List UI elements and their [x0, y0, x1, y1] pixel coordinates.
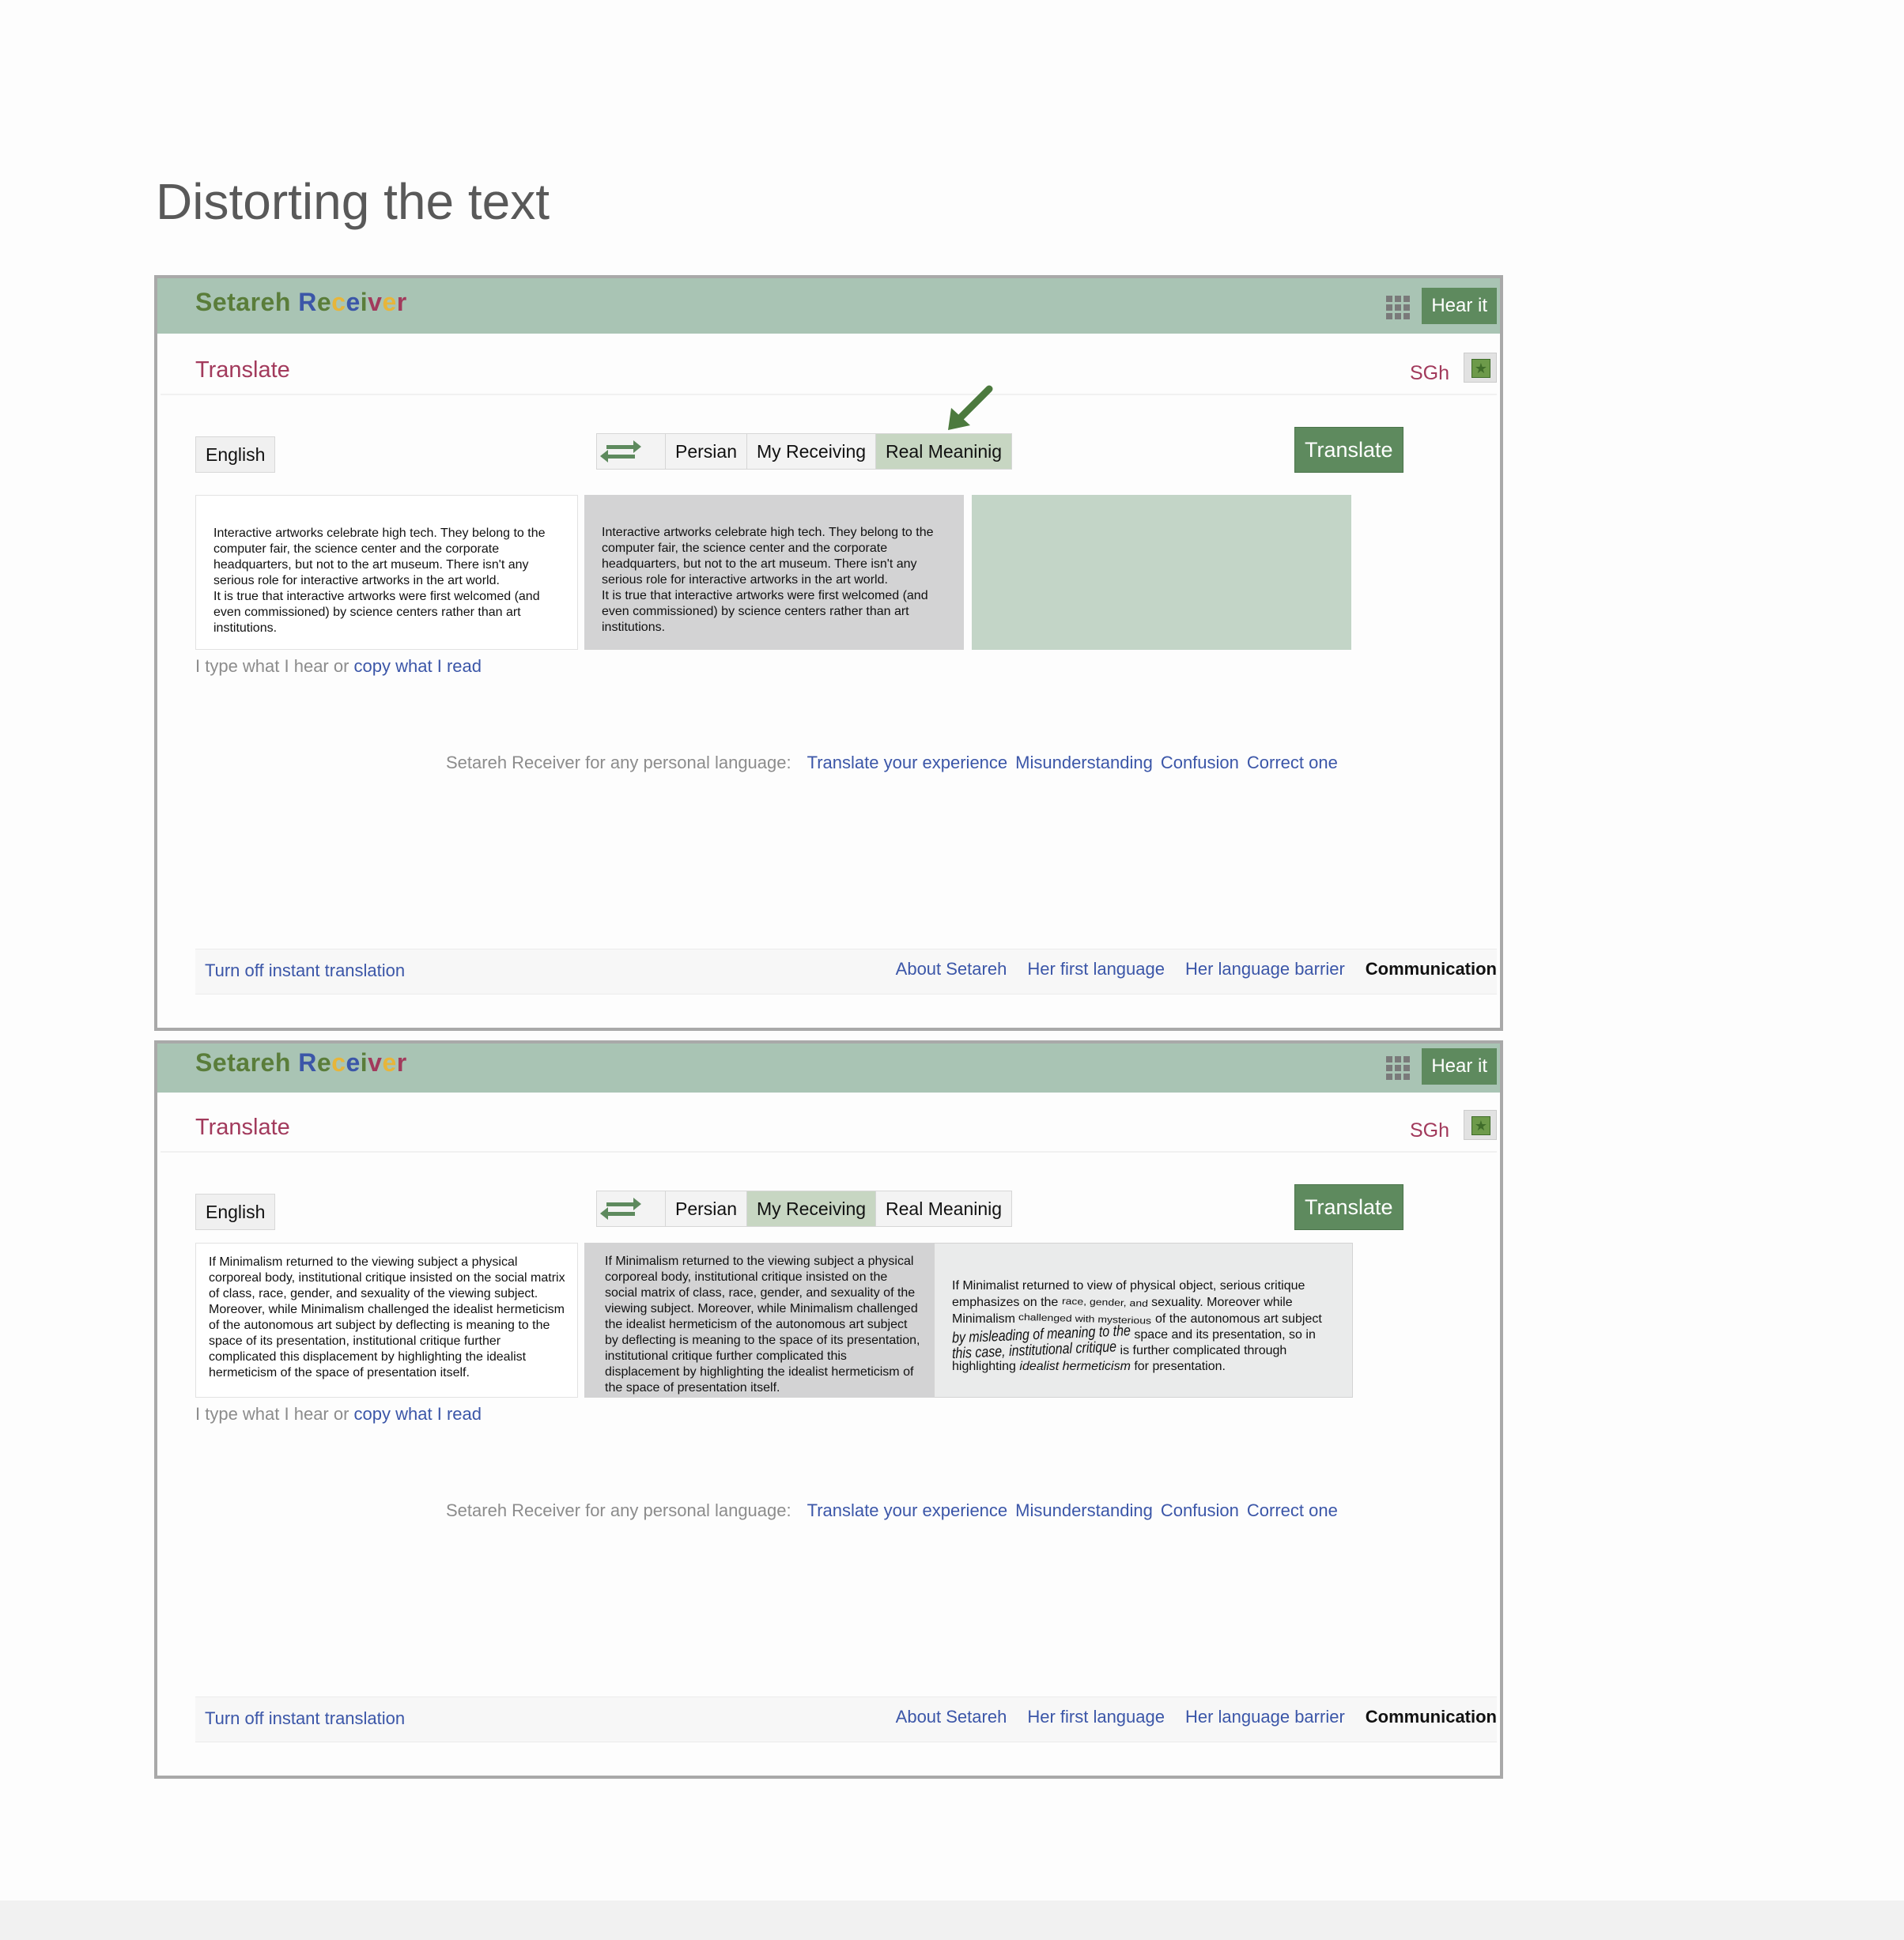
- translate-button[interactable]: Translate: [1294, 427, 1403, 473]
- target-language-tabs: Persian My Receiving Real Meaninig: [596, 1191, 1013, 1227]
- translate-button[interactable]: Translate: [1294, 1184, 1403, 1230]
- star-icon: ★: [1471, 359, 1490, 378]
- target-language-tabs: Persian My Receiving Real Meaninig: [596, 433, 1013, 470]
- bottom-band: [0, 1900, 1904, 1940]
- star-icon: ★: [1471, 1116, 1490, 1135]
- translator-window-2: Setareh Receiver Hear it Translate SGh ★…: [154, 1040, 1503, 1779]
- section-title: Translate: [195, 357, 290, 383]
- tab-real-meaning[interactable]: Real Meaninig: [875, 434, 1012, 469]
- tab-my-receiving[interactable]: My Receiving: [746, 434, 875, 469]
- footer-bar: Turn off instant translation About Setar…: [195, 949, 1497, 995]
- hear-it-button[interactable]: Hear it: [1422, 288, 1497, 324]
- copy-what-i-read-link[interactable]: copy what I read: [354, 656, 482, 676]
- top-bar: Setareh Receiver Hear it: [157, 1044, 1500, 1093]
- her-language-barrier-link[interactable]: Her language barrier: [1185, 959, 1345, 979]
- favorite-button[interactable]: ★: [1464, 353, 1497, 383]
- brand-logo[interactable]: Setareh Receiver: [195, 288, 407, 317]
- about-setareh-link[interactable]: About Setareh: [896, 1707, 1007, 1727]
- personal-language-line: Setareh Receiver for any personal langua…: [446, 753, 1338, 772]
- favorite-button[interactable]: ★: [1464, 1110, 1497, 1140]
- user-label[interactable]: SGh: [1410, 362, 1449, 385]
- tab-real-meaning[interactable]: Real Meaninig: [875, 1191, 1011, 1226]
- swap-arrows-icon[interactable]: [597, 1191, 665, 1226]
- misunderstanding-link[interactable]: Misunderstanding: [1015, 1500, 1153, 1520]
- correct-one-link[interactable]: Correct one: [1247, 1500, 1338, 1520]
- source-language-button[interactable]: English: [195, 1194, 276, 1230]
- translator-window-1: Setareh Receiver Hear it Translate SGh ★…: [154, 275, 1503, 1031]
- top-bar: Setareh Receiver Hear it: [157, 278, 1500, 334]
- correct-one-link[interactable]: Correct one: [1247, 753, 1338, 772]
- copy-what-i-read-link[interactable]: copy what I read: [354, 1404, 482, 1424]
- communication-link[interactable]: Communication: [1366, 959, 1497, 979]
- apps-grid-icon[interactable]: [1386, 296, 1410, 319]
- translate-your-experience-link[interactable]: Translate your experience: [807, 1500, 1008, 1520]
- translate-your-experience-link[interactable]: Translate your experience: [807, 753, 1008, 772]
- divider: [161, 394, 1497, 395]
- confusion-link[interactable]: Confusion: [1161, 1500, 1239, 1520]
- misunderstanding-link[interactable]: Misunderstanding: [1015, 753, 1153, 772]
- tab-persian[interactable]: Persian: [665, 434, 746, 469]
- tab-my-receiving[interactable]: My Receiving: [746, 1191, 876, 1226]
- pointer-arrow-icon: [948, 385, 993, 430]
- tab-persian[interactable]: Persian: [665, 1191, 746, 1226]
- brand-logo[interactable]: Setareh Receiver: [195, 1048, 407, 1078]
- persian-text-area: Interactive artworks celebrate high tech…: [584, 495, 964, 650]
- persian-text-area: If Minimalism returned to the viewing su…: [584, 1243, 934, 1398]
- page-title: Distorting the text: [156, 173, 550, 230]
- input-hint: I type what I hear or copy what I read: [195, 1404, 482, 1424]
- confusion-link[interactable]: Confusion: [1161, 753, 1239, 772]
- footer-bar: Turn off instant translation About Setar…: [195, 1697, 1497, 1742]
- source-text-area[interactable]: If Minimalism returned to the viewing su…: [195, 1243, 578, 1398]
- input-hint: I type what I hear or copy what I read: [195, 656, 482, 676]
- hear-it-button[interactable]: Hear it: [1422, 1048, 1497, 1085]
- apps-grid-icon[interactable]: [1386, 1056, 1410, 1080]
- her-first-language-link[interactable]: Her first language: [1027, 959, 1165, 979]
- about-setareh-link[interactable]: About Setareh: [896, 959, 1007, 979]
- source-text-area[interactable]: Interactive artworks celebrate high tech…: [195, 495, 578, 650]
- communication-link[interactable]: Communication: [1366, 1707, 1497, 1727]
- divider: [161, 1151, 1497, 1153]
- section-title: Translate: [195, 1115, 290, 1140]
- source-language-button[interactable]: English: [195, 436, 276, 473]
- swap-arrows-icon[interactable]: [597, 434, 665, 469]
- her-first-language-link[interactable]: Her first language: [1027, 1707, 1165, 1727]
- personal-language-line: Setareh Receiver for any personal langua…: [446, 1500, 1338, 1520]
- turn-off-instant-translation-link[interactable]: Turn off instant translation: [205, 961, 405, 981]
- user-label[interactable]: SGh: [1410, 1119, 1449, 1142]
- turn-off-instant-translation-link[interactable]: Turn off instant translation: [205, 1708, 405, 1729]
- output-text-area: [972, 495, 1351, 650]
- output-text-area: If Minimalist returned to view of physic…: [934, 1243, 1353, 1398]
- her-language-barrier-link[interactable]: Her language barrier: [1185, 1707, 1345, 1727]
